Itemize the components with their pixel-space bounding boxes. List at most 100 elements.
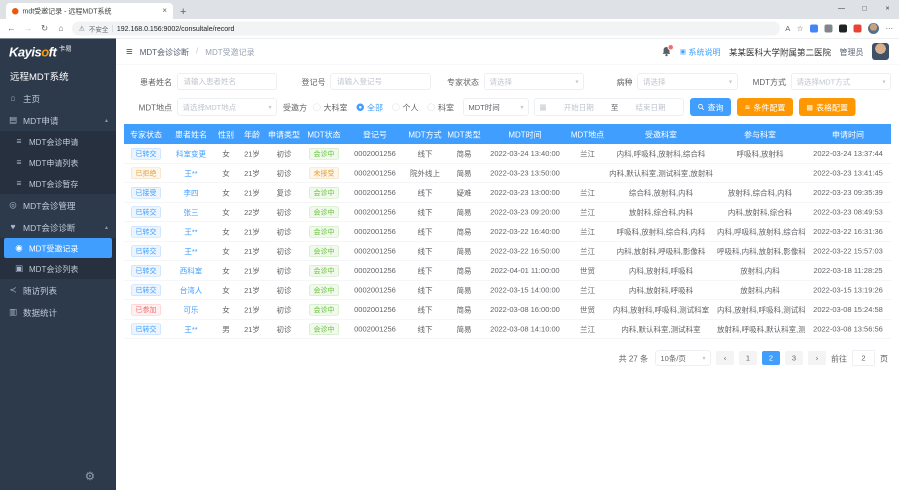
cell-expert-status: 已拒绝 bbox=[124, 163, 168, 183]
records-table: 专家状态患者姓名性别年龄申请类型MDT状态登记号MDT方式MDT类型MDT时间M… bbox=[124, 124, 891, 339]
sidebar-item-label: MDT会诊申请 bbox=[29, 136, 78, 148]
invitee-radio-option[interactable]: 全部 bbox=[357, 101, 384, 113]
cell-age: 21岁 bbox=[238, 163, 266, 183]
sidebar-item[interactable]: ≡MDT会诊暂存 bbox=[0, 173, 116, 194]
patient-name-input[interactable] bbox=[183, 77, 272, 87]
gear-icon[interactable]: ⚙ bbox=[85, 470, 95, 484]
browser-profile-avatar[interactable] bbox=[868, 23, 879, 34]
cell-apply-time: 2022-03-22 15:57:03 bbox=[805, 241, 891, 261]
logo: Kayisoft 卡易 bbox=[0, 39, 116, 66]
cell-place: 兰江 bbox=[568, 241, 607, 261]
sidebar-item[interactable]: ▣MDT会诊列表 bbox=[0, 258, 116, 279]
sidebar-item[interactable]: ♥MDT会诊诊断▴ bbox=[0, 216, 116, 238]
disease-select[interactable]: 请选择▾ bbox=[638, 73, 738, 90]
extension-icon[interactable] bbox=[825, 25, 833, 33]
sidebar-item-label: MDT会诊暂存 bbox=[29, 178, 78, 190]
app-root: Kayisoft 卡易 远程MDT系统 ⌂主页▤MDT申请▴≡MDT会诊申请≡M… bbox=[0, 39, 899, 490]
patient-name-link[interactable]: 西科室 bbox=[180, 267, 203, 276]
date-range-picker[interactable]: ▦ 开始日期 至 结束日期 bbox=[534, 99, 684, 116]
invitee-radio-option[interactable]: 大科室 bbox=[313, 101, 348, 113]
favorite-star-icon[interactable]: ☆ bbox=[797, 24, 804, 33]
minimize-button[interactable]: — bbox=[830, 0, 853, 16]
list-icon: ≡ bbox=[14, 137, 24, 147]
patient-name-link[interactable]: 科室变更 bbox=[176, 150, 206, 159]
prev-page-button[interactable]: ‹ bbox=[716, 351, 734, 365]
patient-name-link[interactable]: 王** bbox=[184, 228, 197, 237]
extension-icon[interactable] bbox=[810, 25, 818, 33]
user-role: 管理员 bbox=[839, 46, 863, 58]
patient-name-link[interactable]: 可乐 bbox=[183, 306, 198, 315]
page-button[interactable]: 3 bbox=[785, 351, 803, 365]
page-button[interactable]: 2 bbox=[762, 351, 780, 365]
cell-reg-no: 0002001256 bbox=[346, 183, 404, 203]
condition-config-button[interactable]: ≋ 条件配置 bbox=[737, 98, 793, 116]
cell-invited: 呼吸科,放射科,综合科,内科 bbox=[607, 222, 715, 242]
reg-no-field: 登记号 bbox=[278, 73, 431, 90]
radio-option-label: 科室 bbox=[438, 101, 454, 113]
extension-icon[interactable] bbox=[854, 25, 862, 33]
sidebar-item[interactable]: ≺随访列表 bbox=[0, 279, 116, 301]
breadcrumb-parent[interactable]: MDT会诊诊断 bbox=[140, 46, 189, 58]
submenu: ≡ MDT会诊申请 ≡MDT申请列表≡MDT会诊暂存 bbox=[0, 131, 116, 194]
patient-name-link[interactable]: 王** bbox=[184, 325, 197, 334]
sidebar-item[interactable]: ≡MDT申请列表 bbox=[0, 152, 116, 173]
table-config-button[interactable]: ▦ 表格配置 bbox=[799, 98, 856, 116]
browser-address-bar: ← → ↻ ⌂ ⚠ 不安全 192.168.0.156:9002/consult… bbox=[0, 19, 899, 39]
page-button[interactable]: 1 bbox=[739, 351, 757, 365]
column-header: 登记号 bbox=[346, 124, 404, 144]
browser-tab[interactable]: mdt受邀记录 - 远程MDT系统 × bbox=[6, 3, 173, 19]
patient-name-link[interactable]: 王** bbox=[184, 247, 197, 256]
sidebar-item[interactable]: ◎MDT会诊管理 bbox=[0, 194, 116, 216]
column-header: 专家状态 bbox=[124, 124, 168, 144]
cell-gender: 女 bbox=[214, 222, 238, 242]
cell-age: 21岁 bbox=[238, 222, 266, 242]
avatar[interactable] bbox=[872, 43, 889, 60]
patient-name-link[interactable]: 台湾人 bbox=[180, 286, 203, 295]
refresh-icon[interactable]: ↻ bbox=[39, 24, 50, 34]
filter-row-1: 患者姓名 登记号 专家状态 请选择▾ 病种 请选择▾ bbox=[124, 73, 891, 90]
reg-no-input[interactable] bbox=[336, 77, 425, 87]
sidebar-item[interactable]: ▤MDT申请▴ bbox=[0, 109, 116, 131]
sidebar-item-label: MDT申请 bbox=[23, 114, 58, 127]
home-nav-icon[interactable]: ⌂ bbox=[56, 24, 67, 34]
maximize-button[interactable]: □ bbox=[853, 0, 876, 16]
cell-place: 兰江 bbox=[568, 280, 607, 300]
url-bar[interactable]: ⚠ 不安全 192.168.0.156:9002/consultale/reco… bbox=[72, 22, 780, 36]
invitee-radio-option[interactable]: 个人 bbox=[392, 101, 419, 113]
read-aloud-icon[interactable]: A bbox=[785, 24, 790, 33]
page-size-select[interactable]: 10条/页▾ bbox=[655, 351, 711, 366]
goto-page-input[interactable]: 2 bbox=[852, 350, 875, 366]
patient-name-link[interactable]: 李四 bbox=[183, 189, 198, 198]
back-icon[interactable]: ← bbox=[6, 24, 17, 34]
invitee-radio-option[interactable]: 科室 bbox=[428, 101, 455, 113]
extension-icon[interactable] bbox=[839, 25, 847, 33]
sidebar-item[interactable]: ≡ MDT会诊申请 bbox=[0, 131, 116, 152]
expert-status-select[interactable]: 请选择▾ bbox=[484, 73, 584, 90]
system-help-link[interactable]: ▣ 系统说明 bbox=[680, 46, 721, 58]
hamburger-icon[interactable]: ≡ bbox=[126, 45, 133, 59]
status-badge: 已转交 bbox=[131, 226, 161, 238]
cell-mode: 线下 bbox=[404, 144, 446, 163]
mdt-mode-select[interactable]: 请选择MDT方式▾ bbox=[791, 73, 891, 90]
patient-name-link[interactable]: 张三 bbox=[183, 208, 198, 217]
sidebar-item[interactable]: ▥数据统计 bbox=[0, 301, 116, 323]
mdt-time-select[interactable]: MDT时间▾ bbox=[463, 99, 529, 116]
patient-name-link[interactable]: 王** bbox=[184, 169, 197, 178]
tab-close-icon[interactable]: × bbox=[162, 7, 167, 16]
search-button[interactable]: 查询 bbox=[690, 98, 731, 116]
close-button[interactable]: × bbox=[876, 0, 899, 16]
table-row: 已参加可乐女21岁初诊会诊中0002001256线下简易2022-03-08 1… bbox=[124, 300, 891, 320]
cell-reg-no: 0002001256 bbox=[346, 144, 404, 163]
new-tab-button[interactable]: + bbox=[180, 6, 186, 17]
notification-bell-icon[interactable] bbox=[661, 46, 671, 57]
sidebar-item[interactable]: ⌂主页 bbox=[0, 87, 116, 109]
forward-icon[interactable]: → bbox=[23, 24, 34, 34]
mdt-place-select[interactable]: 请选择MDT地点▾ bbox=[177, 99, 277, 116]
next-page-button[interactable]: › bbox=[808, 351, 826, 365]
patient-name-label: 患者姓名 bbox=[124, 76, 177, 88]
status-badge: 已转交 bbox=[131, 148, 161, 160]
browser-menu-icon[interactable]: ⋯ bbox=[886, 24, 894, 33]
cell-mode: 线下 bbox=[404, 319, 446, 339]
cell-invited: 内科,放射科,呼吸科 bbox=[607, 261, 715, 281]
sidebar-item[interactable]: ◉MDT受邀记录 bbox=[4, 238, 112, 258]
